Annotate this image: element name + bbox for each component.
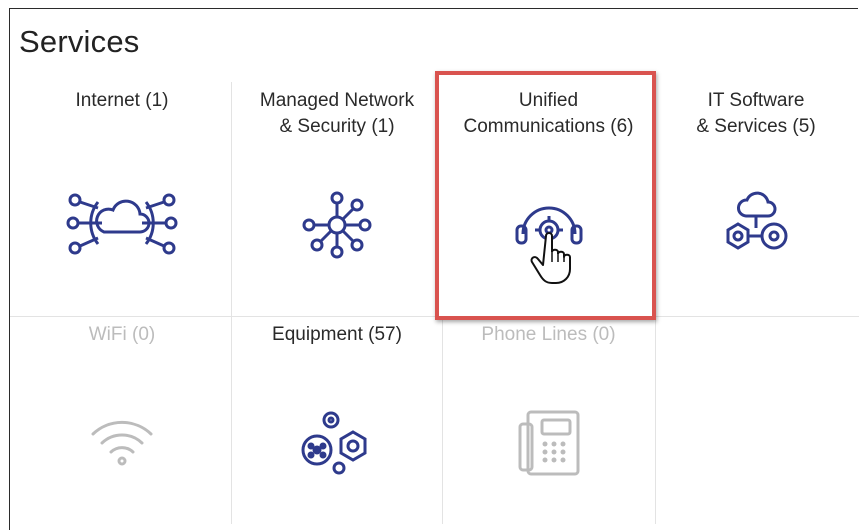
highlight-box: [435, 71, 656, 320]
tile-label: WiFi (0): [88, 324, 156, 345]
tile-wifi[interactable]: WiFi (0): [14, 322, 230, 522]
cloud-network-icon: [66, 193, 178, 255]
tile-managed-network-security[interactable]: Managed Network & Security (1): [232, 88, 442, 314]
tile-phone-lines[interactable]: Phone Lines (0): [442, 322, 655, 522]
tile-label: Phone Lines (0): [481, 324, 616, 345]
tile-internet[interactable]: Internet (1): [14, 88, 230, 314]
cloud-gears-icon: [726, 191, 788, 250]
tile-label: Equipment (57): [272, 324, 402, 345]
tile-equipment[interactable]: Equipment (57): [232, 322, 442, 522]
tile-label: & Services (5): [696, 116, 816, 137]
tile-label: Managed Network: [259, 90, 415, 111]
tile-empty: [656, 322, 856, 522]
desk-phone-icon: [518, 410, 579, 476]
tile-label: & Security (1): [279, 116, 395, 137]
tile-it-software-services[interactable]: IT Software & Services (5): [656, 88, 856, 314]
equipment-gears-icon: [301, 411, 367, 475]
network-hub-icon: [302, 191, 372, 259]
tile-label: IT Software: [707, 90, 805, 111]
wifi-icon: [91, 420, 153, 466]
tile-label: Internet (1): [75, 90, 169, 111]
page-title: Services: [19, 24, 140, 59]
